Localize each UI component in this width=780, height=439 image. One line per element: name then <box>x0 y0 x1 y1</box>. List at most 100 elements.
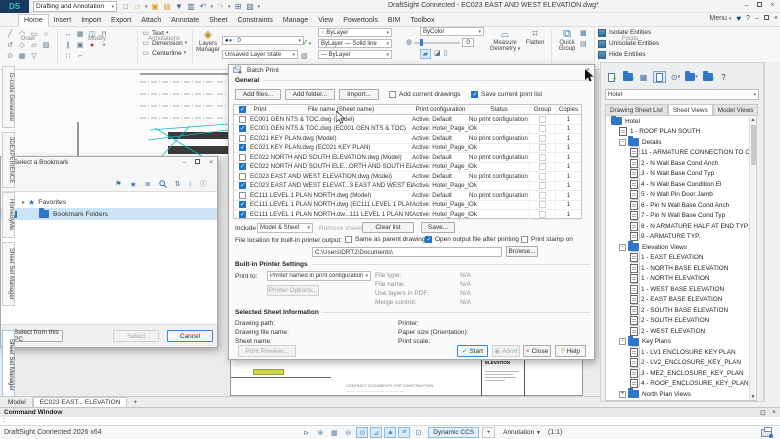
doc-minimize-button[interactable]: – <box>755 15 759 22</box>
tree-item[interactable]: 1 - NORTH ELEVATION <box>606 274 756 285</box>
table-row[interactable]: EC111 LEVEL 1 PLAN NORTH.dw...111 LEVEL … <box>234 210 581 220</box>
tree-item[interactable]: 1 - WEST BASE ELEVATION <box>606 284 756 295</box>
row-copies[interactable]: 1 <box>556 182 581 189</box>
save-icon[interactable]: ▼ <box>175 2 184 11</box>
recent-icon[interactable]: ⊙▾ <box>669 71 682 83</box>
row-copies[interactable]: 1 <box>556 192 581 199</box>
row-print-checkbox[interactable] <box>239 125 246 132</box>
ribbon-tab[interactable]: Powertools <box>338 14 383 27</box>
same-parent-option[interactable]: Same as parent drawing <box>345 236 425 243</box>
tree-item[interactable]: + North Plan Views <box>606 389 756 400</box>
ribbon-tab[interactable]: BIM <box>383 14 405 27</box>
expander-icon[interactable]: - <box>619 338 626 345</box>
tree-item[interactable]: 1 - NORTH BASE ELEVATION <box>606 263 756 274</box>
tree-item[interactable]: - Details <box>606 137 756 148</box>
ribbon-tab[interactable]: Constraints <box>232 14 277 27</box>
tree-item[interactable]: - Elevation Views <box>606 242 756 253</box>
row-copies[interactable]: 1 <box>556 173 581 180</box>
tree-item[interactable]: 2 - SOUTH BASE ELEVATION <box>606 305 756 316</box>
scale-icon[interactable]: ∷ <box>62 51 74 62</box>
print-preview-button[interactable]: Print Preview... <box>238 345 296 357</box>
select-all-checkbox[interactable] <box>239 106 246 113</box>
import-button[interactable]: Import... <box>339 89 379 100</box>
restore-button[interactable] <box>755 1 764 10</box>
table-row[interactable]: EC023 EAST AND WEST ELEVAT...3 EAST AND … <box>234 182 581 192</box>
layer-preview-icon[interactable]: ▧ <box>301 51 308 62</box>
fillet-icon[interactable]: ⌐ <box>74 51 86 62</box>
help-icon[interactable]: ? <box>746 15 750 22</box>
print-icon[interactable]: ▥ <box>187 2 196 11</box>
tree-item[interactable]: 4 - N Wall Base Condition El <box>606 179 756 190</box>
status-toggle-icon[interactable]: ⊿ <box>370 427 382 438</box>
undock-icon[interactable]: ⊡ <box>760 409 766 417</box>
status-toggle-icon[interactable]: ▲ <box>384 427 396 438</box>
focus-tool-button[interactable]: Hide Entities <box>598 49 659 60</box>
bookmark-dialog-titlebar[interactable]: ⚑ Select a Bookmark – × <box>1 157 217 167</box>
line-weight-combo[interactable]: — ByLayer▾ <box>318 50 392 59</box>
row-group-checkbox[interactable] <box>539 211 546 218</box>
measure-geometry-button[interactable]: ⌓ Measure Geometry ▾ <box>488 28 522 52</box>
status-toggle-icon[interactable]: ≡ <box>398 427 410 438</box>
select-button[interactable]: Select <box>113 330 159 342</box>
row-copies[interactable]: 1 <box>556 125 581 132</box>
command-window-header[interactable]: Command Window ⊡ × <box>0 407 780 417</box>
table-row[interactable]: EC021 KEY PLAN.dwg (EC021 KEY PLAN) Acti… <box>234 144 581 154</box>
redo-icon[interactable]: ↷ <box>216 2 225 11</box>
more-commands-icon[interactable]: ▾ <box>258 4 261 10</box>
transparency-slider[interactable] <box>414 42 460 44</box>
row-group-checkbox[interactable] <box>539 192 546 199</box>
row-copies[interactable]: 1 <box>556 211 581 218</box>
import-icon[interactable]: ▣ <box>151 2 160 11</box>
layer-filter-combo[interactable]: ●●○ 0▾ <box>222 36 304 45</box>
bookmark-flag-icon[interactable]: ⚑ <box>115 180 121 188</box>
table-row[interactable]: EC001 GEN NTS & TOC.dwg (EC001 GEN NTS &… <box>234 125 581 135</box>
row-print-checkbox[interactable] <box>239 192 246 199</box>
status-toggle-icon[interactable]: ⊙ <box>356 427 368 438</box>
open-output-option[interactable]: Open output file after printing <box>425 236 519 243</box>
side-tab-sheet-set[interactable]: Sheet Set Manager <box>2 242 15 306</box>
ribbon-tab[interactable]: Export <box>106 14 136 27</box>
add-folder-button[interactable]: Add folder... <box>285 89 335 100</box>
status-toggle-icon[interactable]: ⊳ <box>300 427 312 438</box>
row-copies[interactable]: 1 <box>556 135 581 142</box>
offset-icon[interactable]: ∥ <box>62 40 74 51</box>
sheet-icon[interactable]: ▧ <box>246 2 255 11</box>
sheet-tab-active[interactable]: EC023 EAST... ELEVATION <box>33 397 128 407</box>
batch-print-titlebar[interactable]: Batch Print × <box>229 65 594 75</box>
ribbon-tab[interactable]: Attach <box>136 14 166 27</box>
row-print-checkbox[interactable] <box>239 173 246 180</box>
side-tab-homebyme[interactable]: HomeByMe <box>2 192 15 238</box>
close-button[interactable]: × <box>768 1 777 10</box>
ribbon-tab[interactable]: Insert <box>49 14 77 27</box>
tree-scrollbar[interactable]: ▲ ▼ <box>749 117 755 401</box>
print-to-combo[interactable]: Printer named in print configuration▾ <box>267 271 371 281</box>
table-row[interactable]: EC021 KEY PLAN.dwg (Model) Active: Defau… <box>234 134 581 144</box>
side-tab-gcode[interactable]: G-code Generator <box>2 66 15 128</box>
ribbon-tab[interactable]: Import <box>76 14 106 27</box>
doc-close-button[interactable]: × <box>774 15 778 22</box>
row-copies[interactable]: 1 <box>556 116 581 123</box>
include-combo[interactable]: Model & Sheet▾ <box>257 223 313 233</box>
tree-item[interactable]: 6 - Pin N Wall Base Cond Anch <box>606 200 756 211</box>
row-group-checkbox[interactable] <box>539 154 546 161</box>
favorites-heart-icon[interactable]: ♥ <box>736 14 741 23</box>
tree-item[interactable]: 2 - SOUTH ELEVATION <box>606 316 756 327</box>
row-print-checkbox[interactable] <box>239 135 246 142</box>
properties-panel-icon[interactable]: ◪ <box>434 48 441 59</box>
col-print[interactable]: Print <box>250 106 270 113</box>
bm-close-button[interactable]: × <box>209 159 213 166</box>
favorites-row[interactable]: ▸ ★ Favorites <box>1 196 217 208</box>
bm-restore-button[interactable] <box>195 159 200 166</box>
row-group-checkbox[interactable] <box>539 173 546 180</box>
minimize-button[interactable]: – <box>742 1 751 10</box>
expander-icon[interactable]: + <box>619 391 626 398</box>
status-toggle-icon[interactable]: ⊡ <box>412 427 424 438</box>
ribbon-tab[interactable]: Sheet <box>204 14 232 27</box>
row-group-checkbox[interactable] <box>539 135 546 142</box>
scroll-thumb[interactable] <box>751 125 756 165</box>
new-sheet-icon[interactable]: + <box>605 71 618 83</box>
ribbon-tab[interactable]: Home <box>18 14 49 27</box>
close-dialog-button[interactable]: ×Close <box>523 345 551 357</box>
print-stamp-option[interactable]: Print stamp on <box>521 236 573 243</box>
open-output-checkbox[interactable] <box>425 236 432 243</box>
